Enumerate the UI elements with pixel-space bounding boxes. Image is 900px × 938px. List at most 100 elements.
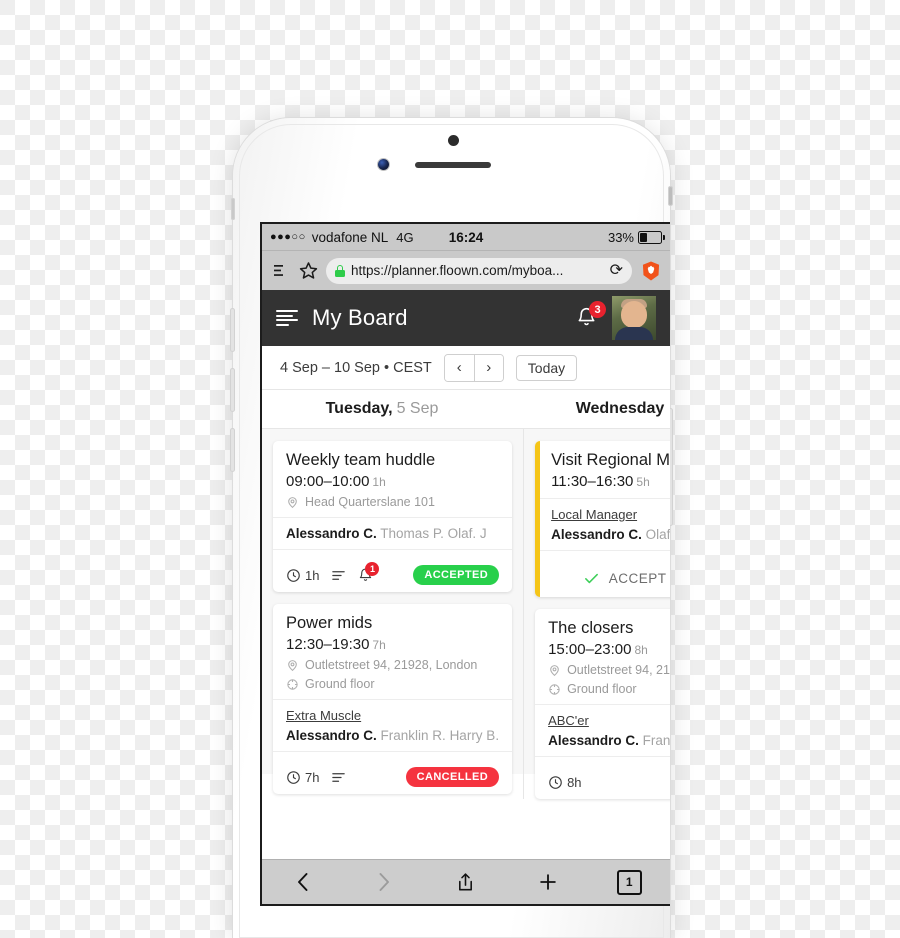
mute-switch[interactable]	[231, 198, 235, 220]
organisation-link[interactable]: Local Manager	[551, 507, 670, 522]
people-rest: Franklin	[642, 733, 670, 748]
people-primary: Alessandro C.	[286, 526, 377, 541]
app-header: My Board 3	[262, 290, 670, 346]
duration-text: 1h	[305, 567, 320, 583]
event-card[interactable]: Power mids 12:30–19:30 7h Outletstreet 94…	[273, 604, 513, 794]
people-primary: Alessandro C.	[286, 728, 377, 743]
today-button[interactable]: Today	[515, 354, 578, 381]
event-floor: Ground floor	[286, 677, 499, 691]
volume-extra-button[interactable]	[230, 428, 235, 472]
power-button-top[interactable]	[668, 186, 673, 206]
lock-icon	[335, 264, 345, 277]
event-card[interactable]: Visit Regional Ma 11:30–16:30 5h Local Ma…	[535, 441, 670, 597]
location-text: Outletstreet 94, 21928, London	[305, 658, 478, 672]
check-icon	[584, 573, 598, 583]
floor-icon	[549, 683, 560, 695]
status-bar-right: 33%	[607, 229, 665, 245]
browser-back-button[interactable]	[262, 870, 344, 894]
floor-text: Ground floor	[305, 677, 375, 691]
organisation-link[interactable]: Extra Muscle	[286, 708, 499, 723]
day-column-wednesday: Visit Regional Ma 11:30–16:30 5h Local Ma…	[523, 429, 670, 799]
event-title: Visit Regional Ma	[551, 451, 670, 469]
event-floor: Ground floor	[548, 682, 670, 696]
proximity-sensor-icon	[448, 135, 459, 146]
event-duration: 7h	[372, 638, 386, 652]
organisation-link[interactable]: ABC'er	[548, 713, 670, 728]
day-name: Wednesday	[575, 400, 665, 417]
location-text: Head Quarterslane 101	[305, 495, 435, 509]
divider	[535, 756, 670, 757]
people-primary: Alessandro C.	[551, 527, 642, 542]
url-text: https://planner.floown.com/myboa...	[351, 263, 564, 278]
event-time: 15:00–23:00 8h	[548, 641, 670, 658]
divider	[273, 699, 513, 700]
event-people: Alessandro C. Franklin R. Harry B.	[286, 728, 499, 743]
event-time: 09:00–10:00 1h	[286, 473, 499, 490]
duration-chip: 1h	[286, 568, 319, 583]
notes-icon[interactable]	[331, 770, 346, 785]
day-header-tuesday: Tuesday, 5 Sep	[262, 390, 502, 428]
event-card[interactable]: Weekly team huddle 09:00–10:00 1h Head Qu…	[273, 441, 513, 592]
status-badge: ACCEPTED	[413, 565, 500, 585]
bell-icon[interactable]: 3	[576, 301, 606, 330]
event-time: 11:30–16:30 5h	[551, 473, 670, 490]
browser-forward-button[interactable]	[344, 870, 426, 894]
page-title: My Board	[312, 305, 408, 330]
phone-device-frame: ●●●○○ vodafone NL 4G 16:24 33% https://p…	[230, 118, 673, 938]
date-range-label: 4 Sep – 10 Sep • CEST	[280, 359, 432, 376]
event-time-range: 12:30–19:30	[286, 636, 370, 653]
volume-up-button[interactable]	[230, 308, 235, 352]
brave-lion-icon[interactable]	[640, 260, 662, 282]
day-date: 5 Sep	[396, 400, 439, 417]
event-time-range: 15:00–23:00	[548, 641, 632, 658]
new-tab-button[interactable]	[507, 871, 589, 893]
hamburger-icon[interactable]	[270, 261, 290, 281]
event-time-range: 11:30–16:30	[551, 473, 634, 490]
duration-chip: 8h	[548, 775, 582, 790]
avatar[interactable]	[612, 296, 656, 340]
tabs-button[interactable]: 1	[588, 869, 670, 895]
battery-icon	[638, 230, 665, 244]
people-primary: Alessandro C.	[548, 733, 639, 748]
next-week-button[interactable]: ›	[473, 354, 503, 381]
notes-icon[interactable]	[331, 568, 346, 583]
event-location: Outletstreet 94, 21928, London	[286, 658, 499, 672]
reload-icon[interactable]: ⟳	[610, 262, 623, 279]
clock-icon	[549, 775, 562, 789]
divider	[540, 498, 670, 499]
reminder-badge: 1	[365, 562, 380, 576]
event-people: Alessandro C. Thomas P. Olaf. J	[286, 526, 499, 541]
volume-down-button[interactable]	[230, 368, 235, 412]
url-input[interactable]: https://planner.floown.com/myboa... ⟳	[326, 257, 632, 284]
people-rest: Olaf. J	[645, 527, 670, 542]
event-people: Alessandro C. Franklin	[548, 733, 670, 748]
event-location: Head Quarterslane 101	[286, 495, 499, 509]
week-stepper: ‹ ›	[443, 353, 504, 382]
people-rest: Thomas P. Olaf. J	[380, 526, 487, 541]
notification-badge: 3	[589, 301, 606, 318]
event-people: Alessandro C. Olaf. J	[551, 527, 670, 542]
tab-count-label: 1	[616, 869, 642, 895]
accept-button[interactable]: ACCEPT	[540, 559, 670, 597]
event-location: Outletstreet 94, 21	[548, 663, 670, 677]
browser-bottom-toolbar: 1	[262, 859, 670, 904]
earpiece-speaker	[415, 162, 491, 168]
star-icon[interactable]	[298, 261, 318, 281]
day-name: Tuesday,	[325, 400, 393, 417]
share-icon[interactable]	[425, 870, 507, 894]
event-title: The closers	[548, 619, 634, 637]
browser-url-bar: https://planner.floown.com/myboa... ⟳	[262, 250, 670, 290]
battery-percent-label: 33%	[607, 229, 634, 245]
divider	[273, 751, 513, 752]
prev-week-button[interactable]: ‹	[444, 354, 474, 381]
reminder-bell-icon[interactable]: 1	[358, 562, 380, 583]
event-duration: 5h	[636, 475, 650, 489]
divider	[273, 549, 513, 550]
carrier-label: vodafone NL	[311, 229, 389, 245]
day-column-tuesday: Weekly team huddle 09:00–10:00 1h Head Qu…	[262, 429, 523, 794]
divider	[273, 517, 513, 518]
floor-icon	[287, 678, 298, 690]
day-header-wednesday: Wednesday	[502, 390, 670, 428]
menu-icon[interactable]	[276, 310, 298, 326]
event-card[interactable]: The closers 15:00–23:00 8h Outletstreet 9…	[535, 609, 670, 799]
